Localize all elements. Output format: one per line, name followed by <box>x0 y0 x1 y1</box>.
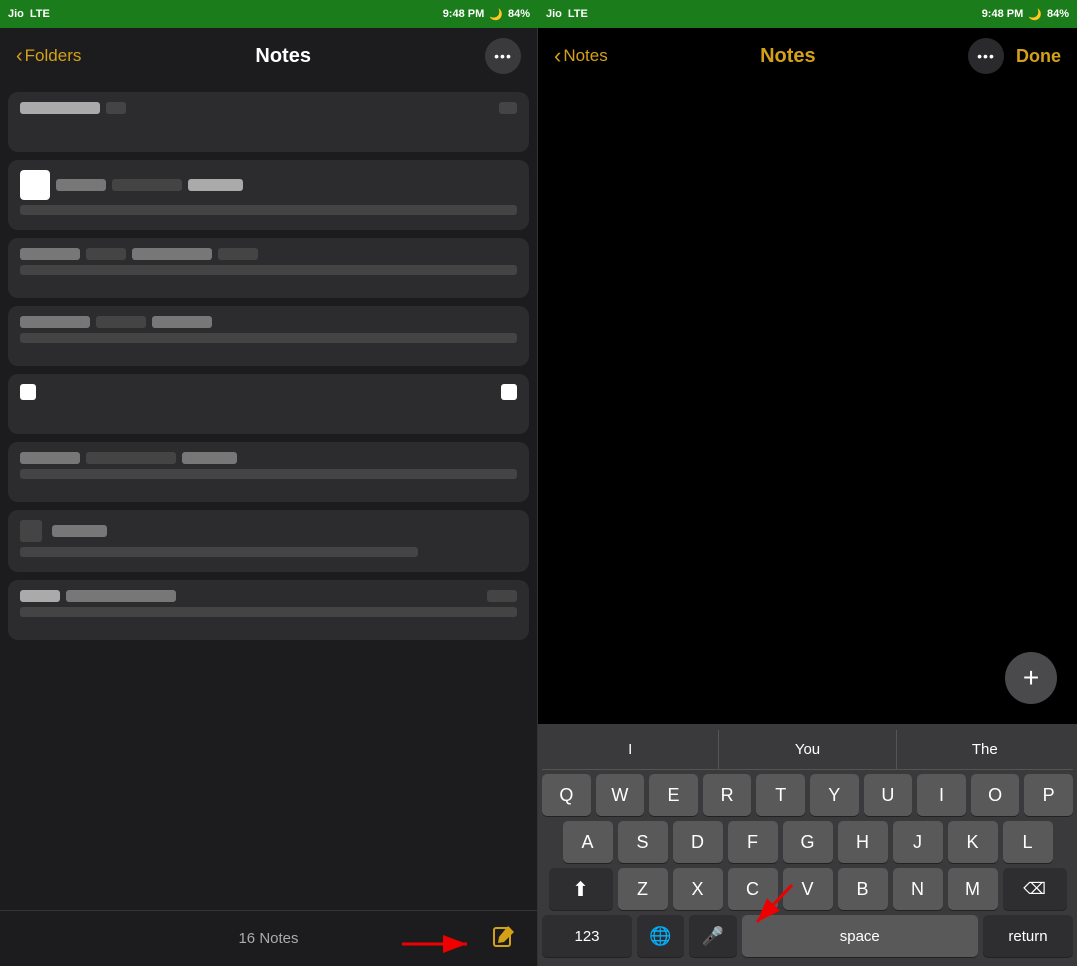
keyboard: I You The Q W E R T Y U I O P A S D <box>538 724 1077 966</box>
left-panel: ‹ Folders Notes ••• <box>0 28 538 966</box>
moon-icon2: 🌙 <box>1028 8 1042 21</box>
key-x[interactable]: X <box>673 868 723 910</box>
note-item[interactable] <box>8 92 529 152</box>
note-item[interactable] <box>8 580 529 640</box>
return-key[interactable]: return <box>983 915 1073 957</box>
shift-icon: ⬆ <box>572 877 589 902</box>
key-u[interactable]: U <box>864 774 913 816</box>
right-nav-actions: ••• Done <box>968 38 1061 74</box>
predictive-bar: I You The <box>542 730 1073 770</box>
carrier2: Jio <box>546 8 562 20</box>
new-note-button[interactable]: + <box>1005 652 1057 704</box>
keyboard-row-4: 123 🌐 🎤 space return <box>542 915 1073 957</box>
key-t[interactable]: T <box>756 774 805 816</box>
right-nav: ‹ Notes Notes ••• Done <box>538 28 1077 84</box>
key-i[interactable]: I <box>917 774 966 816</box>
key-e[interactable]: E <box>649 774 698 816</box>
key-y[interactable]: Y <box>810 774 859 816</box>
key-p[interactable]: P <box>1024 774 1073 816</box>
key-s[interactable]: S <box>618 821 668 863</box>
left-panel-title: Notes <box>81 45 485 68</box>
notes-back-label: Notes <box>563 46 607 66</box>
key-h[interactable]: H <box>838 821 888 863</box>
chevron-left-icon: ‹ <box>16 45 23 68</box>
key-l[interactable]: L <box>1003 821 1053 863</box>
note-item[interactable] <box>8 442 529 502</box>
mic-icon: 🎤 <box>702 926 724 947</box>
more-icon: ••• <box>494 48 512 64</box>
notes-back-button[interactable]: ‹ Notes <box>554 43 608 69</box>
backspace-key[interactable]: ⌫ <box>1003 868 1067 910</box>
status-bar-right: Jio LTE 9:48 PM 🌙 84% <box>538 8 1077 21</box>
key-f[interactable]: F <box>728 821 778 863</box>
note-editor[interactable]: + <box>538 84 1077 724</box>
pred-item-i[interactable]: I <box>542 730 719 769</box>
key-z[interactable]: Z <box>618 868 668 910</box>
left-nav: ‹ Folders Notes ••• <box>0 28 537 84</box>
chevron-left-icon2: ‹ <box>554 43 561 69</box>
note-item[interactable] <box>8 160 529 230</box>
notes-list[interactable] <box>0 84 537 910</box>
carrier1: Jio <box>8 8 24 20</box>
note-item[interactable] <box>8 374 529 434</box>
key-a[interactable]: A <box>563 821 613 863</box>
key-m[interactable]: M <box>948 868 998 910</box>
status-bar: Jio LTE 9:48 PM 🌙 84% Jio LTE 9:48 PM 🌙 … <box>0 0 1077 28</box>
backspace-icon: ⌫ <box>1023 879 1046 899</box>
folders-back-label: Folders <box>25 46 82 66</box>
more-icon2: ••• <box>977 48 995 64</box>
left-footer: 16 Notes <box>0 910 537 966</box>
note-item[interactable] <box>8 510 529 572</box>
note-item[interactable] <box>8 238 529 298</box>
key-b[interactable]: B <box>838 868 888 910</box>
left-more-button[interactable]: ••• <box>485 38 521 74</box>
arrow-annotation <box>397 924 477 964</box>
key-g[interactable]: G <box>783 821 833 863</box>
time1: 9:48 PM <box>443 8 485 20</box>
battery1: 84% <box>508 8 530 20</box>
key-d[interactable]: D <box>673 821 723 863</box>
status-bar-left: Jio LTE 9:48 PM 🌙 84% <box>0 8 538 21</box>
compose-button[interactable] <box>487 922 521 956</box>
notes-count: 16 Notes <box>238 930 298 947</box>
pred-item-you[interactable]: You <box>719 730 896 769</box>
keyboard-row-3: ⬆ Z X C V B N M ⌫ <box>542 868 1073 910</box>
compose-icon <box>491 923 517 955</box>
network1: LTE <box>30 8 50 20</box>
right-panel-title: Notes <box>608 45 968 68</box>
battery2: 84% <box>1047 8 1069 20</box>
key-q[interactable]: Q <box>542 774 591 816</box>
keyboard-row-1: Q W E R T Y U I O P <box>542 774 1073 816</box>
network2: LTE <box>568 8 588 20</box>
space-key[interactable]: space <box>742 915 978 957</box>
right-panel: ‹ Notes Notes ••• Done + I You The <box>538 28 1077 966</box>
numbers-key[interactable]: 123 <box>542 915 632 957</box>
key-k[interactable]: K <box>948 821 998 863</box>
key-c[interactable]: C <box>728 868 778 910</box>
moon-icon: 🌙 <box>489 8 503 21</box>
key-w[interactable]: W <box>596 774 645 816</box>
shift-key[interactable]: ⬆ <box>549 868 613 910</box>
key-j[interactable]: J <box>893 821 943 863</box>
globe-icon: 🌐 <box>649 926 671 947</box>
key-r[interactable]: R <box>703 774 752 816</box>
time2: 9:48 PM <box>982 8 1024 20</box>
key-n[interactable]: N <box>893 868 943 910</box>
done-button[interactable]: Done <box>1016 46 1061 67</box>
note-item[interactable] <box>8 306 529 366</box>
globe-key[interactable]: 🌐 <box>637 915 684 957</box>
key-v[interactable]: V <box>783 868 833 910</box>
mic-key[interactable]: 🎤 <box>689 915 736 957</box>
pred-item-the[interactable]: The <box>897 730 1073 769</box>
right-more-button[interactable]: ••• <box>968 38 1004 74</box>
folders-back-button[interactable]: ‹ Folders <box>16 45 81 68</box>
key-o[interactable]: O <box>971 774 1020 816</box>
main-content: ‹ Folders Notes ••• <box>0 28 1077 966</box>
keyboard-row-2: A S D F G H J K L <box>542 821 1073 863</box>
plus-icon: + <box>1023 664 1039 692</box>
